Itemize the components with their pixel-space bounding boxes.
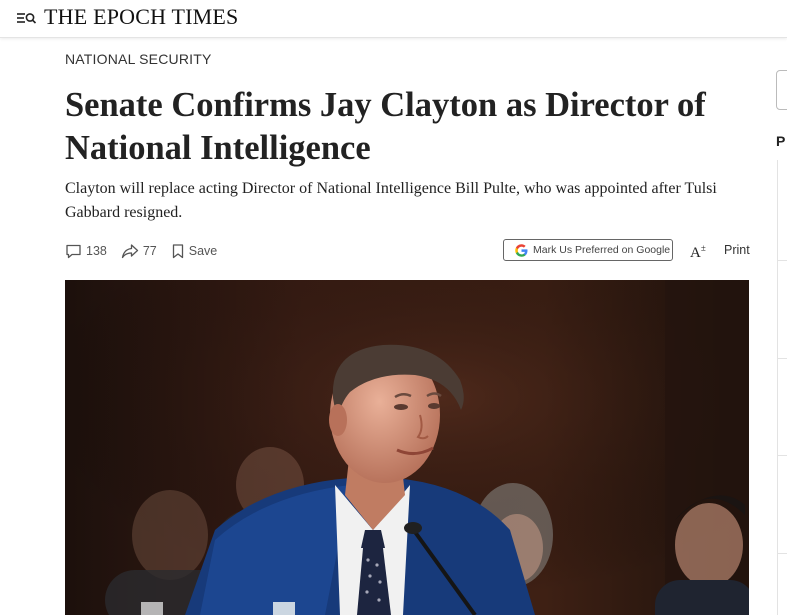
google-preferred-button[interactable]: Mark Us Preferred on Google	[503, 239, 673, 261]
comment-icon	[66, 244, 81, 259]
google-icon	[515, 243, 528, 257]
sidebar-search-box[interactable]	[776, 70, 787, 110]
shares-count: 77	[142, 244, 157, 258]
share-icon	[121, 244, 139, 259]
google-preferred-label: Mark Us Preferred on Google	[533, 244, 671, 256]
font-size-plus-icon: ±	[700, 243, 706, 253]
section-label[interactable]: NATIONAL SECURITY	[65, 51, 212, 67]
sidebar-divider	[777, 260, 787, 261]
comments-count: 138	[86, 244, 107, 258]
article-photo	[65, 280, 749, 615]
bookmark-icon	[172, 244, 183, 259]
sidebar-heading: P	[776, 133, 786, 149]
font-size-button[interactable]: A±	[690, 243, 706, 262]
photo-illustration	[65, 280, 749, 615]
print-button[interactable]: Print	[724, 243, 750, 257]
article-actions: 138 77 Save	[65, 240, 217, 262]
article-headline: Senate Confirms Jay Clayton as Director …	[65, 86, 706, 167]
menu-search-icon[interactable]	[16, 8, 38, 28]
sidebar-divider	[777, 553, 787, 554]
save-label: Save	[188, 244, 218, 258]
article-subhead: Clayton will replace acting Director of …	[65, 180, 717, 221]
sidebar-divider	[777, 358, 787, 359]
font-size-label: A	[690, 245, 701, 261]
site-logo[interactable]: THE EPOCH TIMES	[44, 4, 239, 30]
save-button[interactable]: Save	[171, 243, 218, 259]
share-button[interactable]: 77	[121, 243, 157, 259]
comments-button[interactable]: 138	[65, 243, 107, 259]
sidebar-divider	[777, 455, 787, 456]
site-header: THE EPOCH TIMES	[0, 0, 787, 38]
sidebar-divider	[777, 160, 778, 615]
